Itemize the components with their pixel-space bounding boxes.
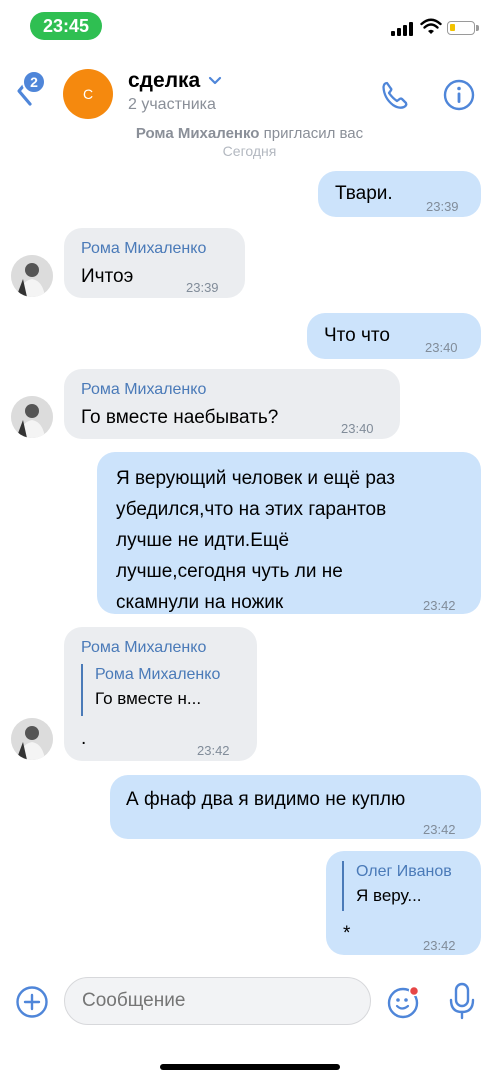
message-time: 23:39: [186, 280, 219, 295]
phone-icon[interactable]: [378, 78, 412, 112]
message-text-line: скамнули на ножик: [116, 592, 284, 613]
message-text: Ичтоэ: [81, 266, 134, 287]
avatar[interactable]: [11, 255, 53, 297]
message-text: Го вместе наебывать?: [81, 407, 279, 428]
avatar[interactable]: [11, 718, 53, 760]
sticker-smile-icon[interactable]: [386, 985, 420, 1019]
message-outgoing[interactable]: А фнаф два я видимо не куплю 23:42: [110, 775, 481, 839]
home-indicator[interactable]: [160, 1064, 340, 1070]
invite-text: пригласил вас: [259, 125, 364, 142]
message-input[interactable]: [64, 977, 371, 1025]
sender-name: Рома Михаленко: [81, 639, 207, 656]
message-text-line: убедился,что на этих гарантов: [116, 499, 387, 520]
battery-icon: [447, 21, 479, 35]
message-incoming[interactable]: Рома Михаленко Рома Михаленко Го вместе …: [64, 627, 257, 761]
message-time: 23:42: [423, 938, 456, 953]
microphone-icon[interactable]: [448, 982, 476, 1020]
composer-bar: [0, 970, 499, 1040]
chat-header: 2 С сделка 2 участника: [0, 56, 499, 136]
wifi-icon: [420, 18, 442, 34]
message-outgoing[interactable]: Я верующий человек и ещё раз убедился,чт…: [97, 452, 481, 614]
message-incoming[interactable]: Рома Михаленко Ичтоэ 23:39: [64, 228, 245, 298]
message-text-line: лучше не идти.Ещё: [116, 530, 290, 551]
chat-avatar[interactable]: С: [63, 69, 113, 119]
reply-quote[interactable]: Олег Иванов Я веру...: [342, 861, 452, 911]
message-time: 23:42: [423, 822, 456, 837]
message-outgoing[interactable]: Твари. 23:39: [318, 171, 481, 217]
message-text: .: [81, 728, 87, 749]
message-text: Что что: [324, 325, 390, 346]
message-text: Твари.: [335, 183, 393, 204]
signal-icon: [391, 22, 413, 36]
quote-text: Я веру...: [356, 886, 422, 905]
inviter-name: Рома Михаленко: [135, 125, 260, 142]
message-outgoing[interactable]: Что что 23:40: [307, 313, 481, 359]
quote-author: Рома Михаленко: [95, 666, 221, 683]
plus-circle-icon[interactable]: [15, 985, 49, 1019]
chevron-down-icon: [209, 76, 222, 85]
message-time: 23:40: [341, 421, 374, 436]
chat-participants: 2 участника: [128, 96, 216, 113]
message-time: 23:39: [426, 199, 459, 214]
message-text-line: лучше,сегодня чуть ли не: [116, 561, 343, 582]
chat-title: сделка: [128, 69, 201, 92]
chat-title-button[interactable]: сделка: [128, 69, 222, 93]
sender-name: Рома Михаленко: [81, 381, 207, 398]
message-time: 23:40: [425, 340, 458, 355]
status-bar: 23:45: [0, 0, 499, 48]
message-time: 23:42: [197, 743, 230, 758]
message-incoming[interactable]: Рома Михаленко Го вместе наебывать? 23:4…: [64, 369, 400, 439]
sender-name: Рома Михаленко: [81, 240, 207, 257]
message-time: 23:42: [423, 598, 456, 613]
message-text: А фнаф два я видимо не куплю: [126, 789, 406, 810]
message-outgoing[interactable]: Олег Иванов Я веру... * 23:42: [326, 851, 481, 955]
quote-text: Го вместе н...: [95, 689, 202, 708]
status-time: 23:45: [30, 12, 102, 40]
unread-badge: 2: [22, 70, 46, 94]
quote-author: Олег Иванов: [356, 863, 452, 880]
avatar[interactable]: [11, 396, 53, 438]
system-invite-message: Рома Михаленко пригласил вас: [0, 125, 499, 142]
info-icon[interactable]: [442, 78, 476, 112]
message-text: *: [343, 923, 351, 944]
date-separator: Сегодня: [222, 143, 277, 159]
reply-quote[interactable]: Рома Михаленко Го вместе н...: [81, 664, 220, 716]
message-text-line: Я верующий человек и ещё раз: [116, 468, 395, 489]
